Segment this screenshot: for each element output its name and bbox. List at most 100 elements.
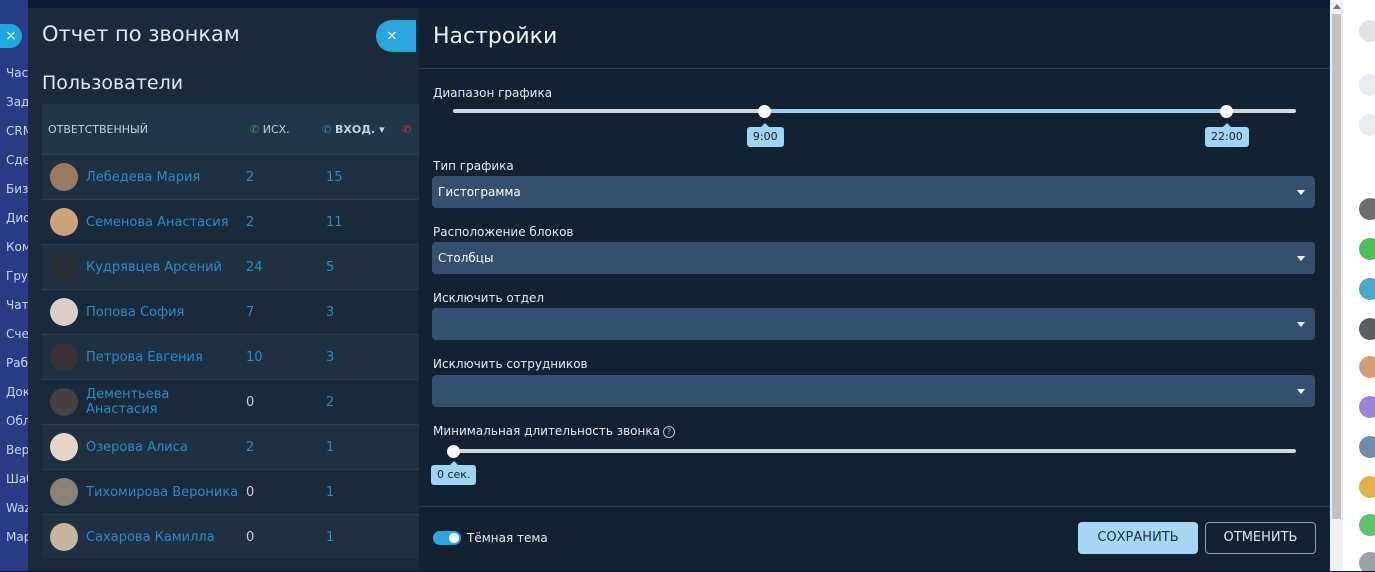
table-row[interactable]: Петрова Евгения 10 3 [42,334,428,379]
cancel-button[interactable]: ОТМЕНИТЬ [1205,522,1316,554]
min-duration-handle[interactable] [446,445,460,458]
incoming-count[interactable]: 3 [324,350,404,365]
table-row[interactable]: Озерова Алиса 2 1 [42,424,428,469]
range-end-handle[interactable] [1219,105,1233,118]
help-icon[interactable]: ? [662,426,675,438]
table-row[interactable]: Дементьева Анастасия 0 2 [42,379,428,424]
incoming-count[interactable]: 1 [324,440,404,455]
toggle-knob [449,533,459,543]
avatar[interactable] [1359,436,1375,458]
nav-item[interactable]: Диск [6,211,28,225]
outgoing-count[interactable]: 2 [244,440,324,455]
nav-item[interactable]: Бизн [6,182,28,196]
chart-type-label: Тип графика [433,159,514,173]
table-row[interactable]: Тихомирова Вероника 0 1 [42,469,428,514]
outgoing-count[interactable]: 0 [244,395,324,410]
user-cell[interactable]: Семенова Анастасия [42,208,244,236]
incoming-count[interactable]: 5 [324,260,404,275]
user-name[interactable]: Попова София [86,305,184,320]
incoming-count[interactable]: 1 [324,530,404,545]
table-row[interactable]: Семенова Анастасия 2 11 [42,199,428,244]
table-row[interactable]: Сахарова Камилла 0 1 [42,514,428,559]
incoming-count[interactable]: 2 [324,395,404,410]
avatar[interactable] [1359,396,1375,418]
avatar[interactable] [1359,514,1375,536]
blocks-layout-select[interactable]: Столбцы [432,242,1315,274]
nav-item[interactable]: Обла [6,414,28,428]
chart-type-select[interactable]: Гистограмма [432,176,1315,208]
range-slider-track[interactable] [453,109,1296,113]
nav-item[interactable]: Част [6,66,28,80]
user-cell[interactable]: Петрова Евгения [42,343,244,371]
nav-item[interactable]: Груп [6,269,28,283]
scroll-up-icon[interactable] [1333,4,1341,9]
nav-item[interactable]: Комп [6,240,28,254]
column-header-incoming[interactable]: ✆ ВХОД. ▾ [322,123,402,136]
avatar[interactable] [1359,356,1375,378]
user-name[interactable]: Озерова Алиса [86,440,188,455]
close-settings-icon[interactable]: × [376,20,416,52]
avatar[interactable] [1359,238,1375,260]
outgoing-count[interactable]: 0 [244,530,324,545]
outgoing-count[interactable]: 24 [244,260,324,275]
user-cell[interactable]: Лебедева Мария [42,163,244,191]
user-cell[interactable]: Кудрявцев Арсений [42,253,244,281]
table-row[interactable]: Попова София 7 3 [42,289,428,334]
table-row[interactable]: Кудрявцев Арсений 24 5 [42,244,428,289]
exclude-department-select[interactable] [432,308,1315,340]
nav-item[interactable]: Доку [6,385,28,399]
incoming-count[interactable]: 11 [324,215,404,230]
user-name[interactable]: Сахарова Камилла [86,530,215,545]
user-name[interactable]: Тихомирова Вероника [86,485,238,500]
scrollbar-thumb[interactable] [1332,14,1341,519]
nav-item[interactable]: Рабо [6,356,28,370]
user-cell[interactable]: Дементьева Анастасия [42,387,244,417]
save-button[interactable]: СОХРАНИТЬ [1078,522,1198,554]
incoming-count[interactable]: 1 [324,485,404,500]
dark-theme-toggle[interactable] [433,531,461,545]
search-icon[interactable] [1359,20,1375,42]
avatar[interactable] [1359,552,1375,571]
avatar[interactable] [1359,318,1375,340]
outgoing-count[interactable]: 10 [244,350,324,365]
nav-item[interactable]: Wazz [6,501,28,515]
outgoing-count[interactable]: 0 [244,485,324,500]
user-name[interactable]: Петрова Евгения [86,350,203,365]
range-start-handle[interactable] [758,105,772,118]
outgoing-count[interactable]: 2 [244,215,324,230]
settings-icon[interactable] [1359,114,1375,136]
dark-theme-label: Тёмная тема [467,531,548,545]
incoming-count[interactable]: 15 [324,170,404,185]
nav-item[interactable]: Чат и [6,298,28,312]
nav-item[interactable]: Мар [6,530,28,544]
nav-item[interactable]: CRM [6,124,28,138]
user-cell[interactable]: Тихомирова Вероника [42,478,244,506]
outgoing-count[interactable]: 2 [244,170,324,185]
nav-item[interactable]: Верс [6,443,28,457]
nav-item[interactable]: Сдел [6,153,28,167]
notifications-icon[interactable] [1359,74,1375,96]
nav-item[interactable]: Счет [6,327,28,341]
table-row[interactable]: Лебедева Мария 2 15 [42,154,428,199]
dropdown-arrow-icon [1297,389,1305,394]
user-cell[interactable]: Попова София [42,298,244,326]
avatar[interactable] [1359,278,1375,300]
user-name[interactable]: Семенова Анастасия [86,215,229,230]
nav-item[interactable]: Шаб [6,472,28,486]
avatar[interactable] [1359,476,1375,498]
user-cell[interactable]: Сахарова Камилла [42,523,244,551]
nav-item[interactable]: Зада [6,95,28,109]
column-header-outgoing[interactable]: ✆ ИСХ. [250,123,322,136]
avatar[interactable] [1359,198,1375,220]
column-header-responsible[interactable]: ОТВЕТСТВЕННЫЙ [42,123,250,136]
outgoing-count[interactable]: 7 [244,305,324,320]
user-name[interactable]: Дементьева Анастасия [86,387,244,417]
user-name[interactable]: Лебедева Мария [86,170,200,185]
vertical-scrollbar[interactable] [1330,0,1343,571]
incoming-count[interactable]: 3 [324,305,404,320]
close-icon[interactable]: × [0,24,22,48]
user-name[interactable]: Кудрявцев Арсений [86,260,222,275]
user-cell[interactable]: Озерова Алиса [42,433,244,461]
min-duration-slider-track[interactable] [453,449,1296,453]
exclude-employees-select[interactable] [432,375,1315,407]
